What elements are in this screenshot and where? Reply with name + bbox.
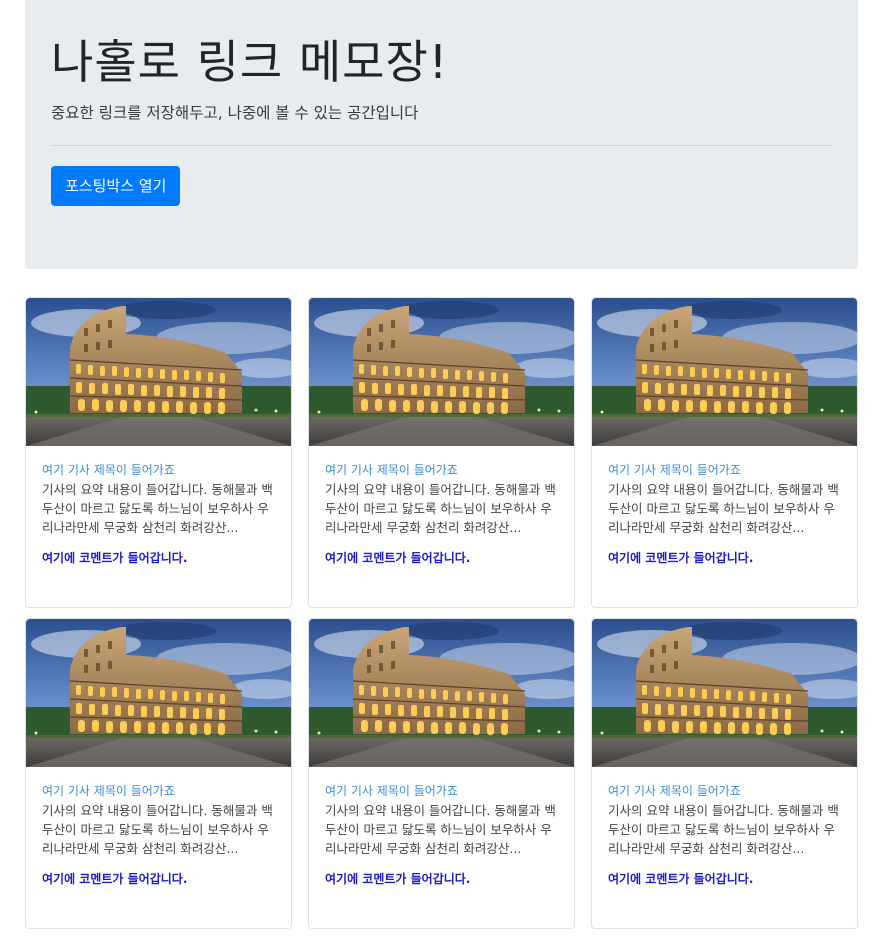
card-title[interactable]: 여기 기사 제목이 들어가죠: [608, 783, 841, 799]
card: 여기 기사 제목이 들어가죠 기사의 요약 내용이 들어갑니다. 동해물과 백두…: [591, 297, 858, 608]
colosseum-image[interactable]: [309, 298, 574, 446]
open-posting-box-button[interactable]: 포스팅박스 열기: [51, 166, 181, 206]
card-comment: 여기에 코멘트가 들어갑니다.: [608, 872, 754, 886]
card-title[interactable]: 여기 기사 제목이 들어가죠: [325, 462, 558, 478]
page-title: 나홀로 링크 메모장!: [51, 35, 449, 89]
card: 여기 기사 제목이 들어가죠 기사의 요약 내용이 들어갑니다. 동해물과 백두…: [25, 297, 292, 608]
card-text: 기사의 요약 내용이 들어갑니다. 동해물과 백두산이 마르고 닳도록 하느님이…: [325, 482, 556, 535]
colosseum-image[interactable]: [26, 619, 291, 767]
card-comment: 여기에 코멘트가 들어갑니다.: [325, 551, 471, 565]
divider: [51, 145, 832, 146]
card: 여기 기사 제목이 들어가죠 기사의 요약 내용이 들어갑니다. 동해물과 백두…: [591, 618, 858, 929]
card-title[interactable]: 여기 기사 제목이 들어가죠: [608, 462, 841, 478]
page-subtitle: 중요한 링크를 저장해두고, 나중에 볼 수 있는 공간입니다: [51, 104, 419, 122]
card: 여기 기사 제목이 들어가죠 기사의 요약 내용이 들어갑니다. 동해물과 백두…: [308, 618, 575, 929]
card-text: 기사의 요약 내용이 들어갑니다. 동해물과 백두산이 마르고 닳도록 하느님이…: [42, 482, 273, 535]
card-text: 기사의 요약 내용이 들어갑니다. 동해물과 백두산이 마르고 닳도록 하느님이…: [42, 803, 273, 856]
card-comment: 여기에 코멘트가 들어갑니다.: [42, 872, 188, 886]
card-text: 기사의 요약 내용이 들어갑니다. 동해물과 백두산이 마르고 닳도록 하느님이…: [608, 803, 839, 856]
card-text: 기사의 요약 내용이 들어갑니다. 동해물과 백두산이 마르고 닳도록 하느님이…: [325, 803, 556, 856]
card-title[interactable]: 여기 기사 제목이 들어가죠: [42, 783, 275, 799]
card: 여기 기사 제목이 들어가죠 기사의 요약 내용이 들어갑니다. 동해물과 백두…: [308, 297, 575, 608]
card-title[interactable]: 여기 기사 제목이 들어가죠: [325, 783, 558, 799]
card: 여기 기사 제목이 들어가죠 기사의 요약 내용이 들어갑니다. 동해물과 백두…: [25, 618, 292, 929]
colosseum-image[interactable]: [309, 619, 574, 767]
jumbotron: 나홀로 링크 메모장! 중요한 링크를 저장해두고, 나중에 볼 수 있는 공간…: [25, 0, 858, 269]
card-comment: 여기에 코멘트가 들어갑니다.: [42, 551, 188, 565]
card-title[interactable]: 여기 기사 제목이 들어가죠: [42, 462, 275, 478]
card-comment: 여기에 코멘트가 들어갑니다.: [325, 872, 471, 886]
colosseum-image[interactable]: [592, 298, 857, 446]
card-comment: 여기에 코멘트가 들어갑니다.: [608, 551, 754, 565]
card-text: 기사의 요약 내용이 들어갑니다. 동해물과 백두산이 마르고 닳도록 하느님이…: [608, 482, 839, 535]
colosseum-image[interactable]: [26, 298, 291, 446]
card-grid: 여기 기사 제목이 들어가죠 기사의 요약 내용이 들어갑니다. 동해물과 백두…: [25, 297, 858, 929]
colosseum-image[interactable]: [592, 619, 857, 767]
